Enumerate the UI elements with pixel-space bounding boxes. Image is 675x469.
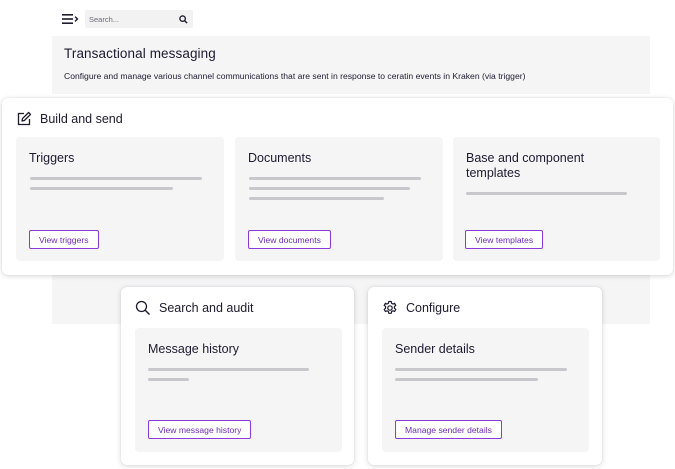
sender-details-title: Sender details <box>395 342 475 356</box>
templates-tile: Base and component templates View templa… <box>453 137 660 261</box>
message-history-title: Message history <box>148 342 240 356</box>
menu-toggle-button[interactable] <box>62 12 80 26</box>
skeleton-line <box>466 192 627 195</box>
skeleton-line <box>30 177 202 180</box>
skeleton-line <box>395 378 538 381</box>
documents-title: Documents <box>248 151 312 165</box>
search-and-audit-card: Search and audit Message history View me… <box>121 287 354 465</box>
skeleton-line <box>148 378 189 381</box>
configure-title: Configure <box>406 301 461 315</box>
search-icon <box>135 300 151 316</box>
templates-title: Base and component templates <box>466 151 585 180</box>
build-and-send-title: Build and send <box>40 112 123 126</box>
triggers-title: Triggers <box>29 151 75 165</box>
skeleton-line <box>395 368 567 371</box>
documents-tile: Documents View documents <box>235 137 443 261</box>
triggers-tile: Triggers View triggers <box>16 137 224 261</box>
view-templates-button[interactable]: View templates <box>465 230 544 249</box>
page-title: Transactional messaging <box>64 46 216 61</box>
menu-collapse-icon <box>62 14 79 24</box>
skeleton-line <box>30 187 173 190</box>
configure-heading: Configure <box>382 300 460 316</box>
message-history-tile: Message history View message history <box>135 328 342 452</box>
view-message-history-button[interactable]: View message history <box>148 420 252 439</box>
skeleton-line <box>249 177 421 180</box>
skeleton-line <box>249 187 410 190</box>
sender-details-tile: Sender details Manage sender details <box>382 328 589 452</box>
search-input[interactable] <box>89 14 169 24</box>
page-header: Transactional messaging Configure and ma… <box>52 36 650 94</box>
search-and-audit-title: Search and audit <box>159 301 254 315</box>
build-and-send-card: Build and send Triggers View triggers Do… <box>2 98 673 275</box>
gear-icon <box>382 300 398 316</box>
skeleton-line <box>249 197 384 200</box>
search-box <box>85 10 193 28</box>
configure-card: Configure Sender details Manage sender d… <box>368 287 602 465</box>
search-icon[interactable] <box>179 14 188 24</box>
build-and-send-heading: Build and send <box>16 111 123 127</box>
edit-icon <box>16 111 32 127</box>
view-triggers-button[interactable]: View triggers <box>29 230 99 249</box>
skeleton-line <box>148 368 309 371</box>
search-and-audit-heading: Search and audit <box>135 300 254 316</box>
page-description: Configure and manage various channel com… <box>64 71 526 81</box>
view-documents-button[interactable]: View documents <box>248 230 331 249</box>
manage-sender-details-button[interactable]: Manage sender details <box>395 420 502 439</box>
